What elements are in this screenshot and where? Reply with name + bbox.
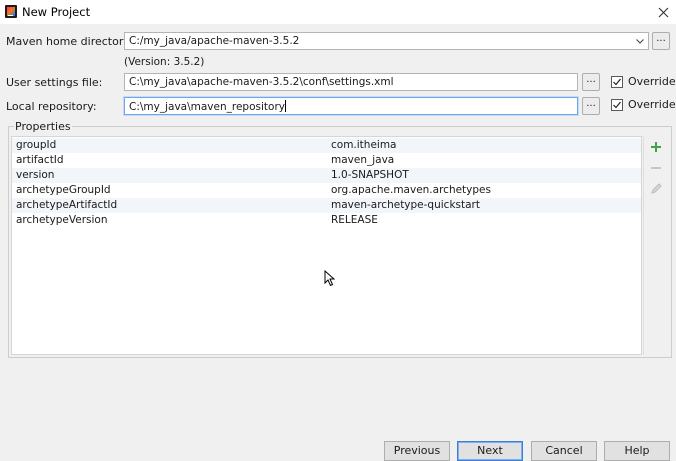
property-value: maven_java [331, 154, 395, 166]
table-row[interactable]: version 1.0-SNAPSHOT [12, 168, 641, 183]
mouse-cursor-icon [324, 270, 335, 287]
cancel-button[interactable]: Cancel [531, 441, 597, 461]
plus-icon [651, 142, 661, 152]
remove-property-button[interactable] [648, 160, 664, 176]
text-caret [284, 100, 286, 112]
edit-property-button[interactable] [648, 181, 664, 197]
pencil-icon [651, 183, 662, 194]
property-value: RELEASE [331, 214, 378, 226]
property-key: artifactId [16, 154, 64, 166]
user-settings-browse-button[interactable]: ... [582, 73, 600, 91]
user-settings-input[interactable]: C:\my_java\apache-maven-3.5.2\conf\setti… [124, 73, 578, 91]
close-icon [658, 7, 668, 17]
maven-version-text: (Version: 3.5.2) [124, 56, 205, 68]
close-button[interactable] [650, 0, 676, 24]
property-key: groupId [16, 139, 57, 151]
maven-home-combobox[interactable]: C:/my_java/apache-maven-3.5.2 [124, 32, 649, 50]
property-value: maven-archetype-quickstart [331, 199, 480, 211]
maven-home-browse-button[interactable]: ... [652, 32, 670, 50]
properties-toolbar [643, 136, 667, 355]
chevron-down-icon [636, 39, 644, 44]
title-bar: New Project [0, 0, 676, 24]
new-project-dialog: New Project Maven home directory: C:/my_… [0, 0, 676, 461]
user-settings-override-label: Override [628, 75, 676, 88]
user-settings-label: User settings file: [6, 76, 103, 89]
properties-table[interactable]: groupId com.itheima artifactId maven_jav… [11, 136, 642, 355]
help-button[interactable]: Help [604, 441, 670, 461]
previous-button[interactable]: Previous [384, 441, 450, 461]
minus-icon [651, 167, 661, 169]
intellij-app-icon [5, 5, 17, 18]
maven-home-label: Maven home directory: [6, 35, 133, 48]
user-settings-override-checkbox[interactable] [611, 76, 623, 88]
local-repository-override-checkbox[interactable] [611, 99, 623, 111]
property-key: archetypeGroupId [16, 184, 111, 196]
property-value: org.apache.maven.archetypes [331, 184, 491, 196]
property-value: com.itheima [331, 139, 397, 151]
add-property-button[interactable] [648, 139, 664, 155]
property-key: archetypeArtifactId [16, 199, 118, 211]
property-key: archetypeVersion [16, 214, 108, 226]
local-repository-label: Local repository: [6, 100, 97, 113]
local-repository-browse-button[interactable]: ... [582, 97, 600, 115]
table-row[interactable]: artifactId maven_java [12, 153, 641, 168]
window-title: New Project [22, 5, 91, 19]
property-key: version [16, 169, 55, 181]
property-value: 1.0-SNAPSHOT [331, 169, 409, 181]
next-button[interactable]: Next [457, 441, 523, 461]
local-repository-value: C:\my_java\maven_repository [129, 101, 285, 113]
local-repository-input[interactable]: C:\my_java\maven_repository [124, 97, 578, 115]
table-row[interactable]: archetypeVersion RELEASE [12, 213, 641, 228]
user-settings-value: C:\my_java\apache-maven-3.5.2\conf\setti… [129, 76, 394, 88]
checkmark-icon [613, 78, 621, 86]
table-row[interactable]: archetypeArtifactId maven-archetype-quic… [12, 198, 641, 213]
local-repository-override-label: Override [628, 98, 676, 111]
maven-home-value: C:/my_java/apache-maven-3.5.2 [129, 35, 300, 47]
properties-legend: Properties [14, 120, 72, 133]
table-row[interactable]: archetypeGroupId org.apache.maven.archet… [12, 183, 641, 198]
table-row[interactable]: groupId com.itheima [12, 138, 641, 153]
checkmark-icon [613, 101, 621, 109]
